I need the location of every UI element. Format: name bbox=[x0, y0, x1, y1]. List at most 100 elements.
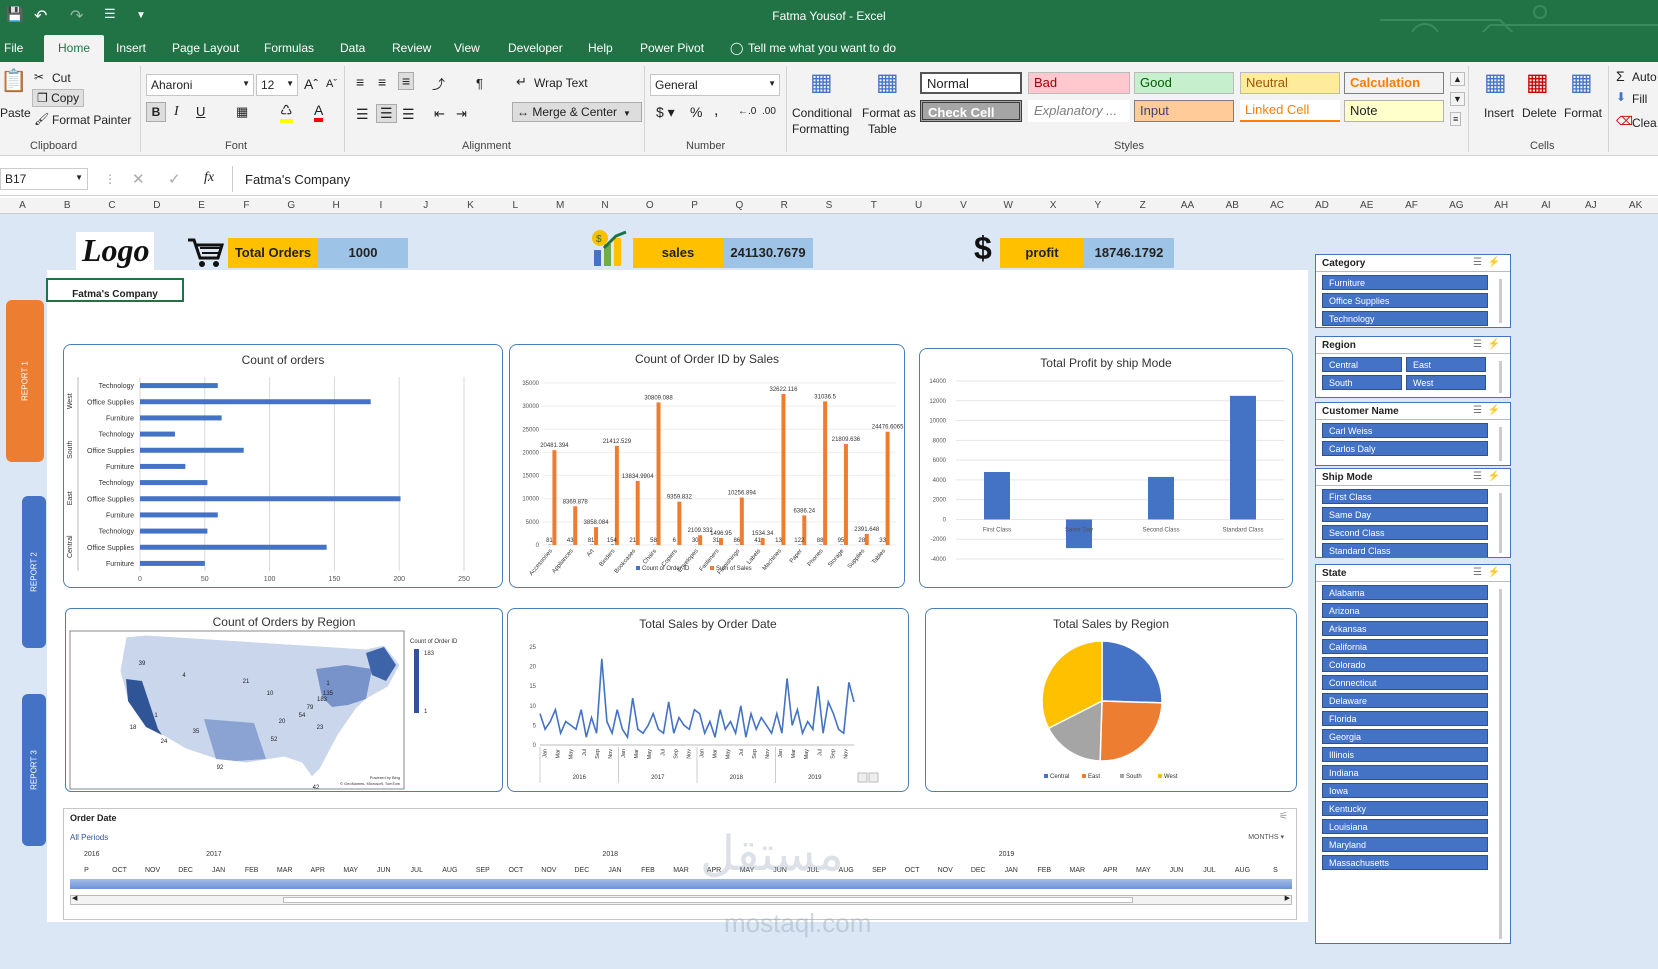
timeline-month-label[interactable]: JUL bbox=[1193, 867, 1226, 874]
slicer-item[interactable]: Massachusetts bbox=[1322, 855, 1488, 870]
font-name-select[interactable]: Aharoni ▼ bbox=[146, 74, 254, 96]
paste-button[interactable]: Paste bbox=[0, 106, 31, 120]
chart-sales-by-region[interactable]: Total Sales by Region Central East South We… bbox=[925, 608, 1297, 792]
column-header-af[interactable]: AF bbox=[1389, 200, 1434, 211]
fill-button[interactable]: Fill bbox=[1632, 92, 1647, 106]
column-header-q[interactable]: Q bbox=[717, 200, 762, 211]
fill-color-icon[interactable]: ♺ bbox=[280, 102, 293, 123]
timeline-month-label[interactable]: DEC bbox=[962, 867, 995, 874]
cut-button[interactable]: Cut bbox=[52, 71, 71, 85]
multi-select-icon[interactable]: ☰ bbox=[1473, 257, 1482, 268]
style-check-cell[interactable]: Check Cell bbox=[920, 100, 1022, 122]
font-size-select[interactable]: 12 ▼ bbox=[256, 74, 298, 96]
align-middle-icon[interactable]: ≡ bbox=[378, 74, 386, 90]
rtl-icon[interactable]: ¶ bbox=[476, 76, 483, 91]
timeline-month-label[interactable]: JAN bbox=[995, 867, 1028, 874]
slicer-customer[interactable]: Customer Name ☰ ⚡ Carl Weiss Carlos Daly bbox=[1315, 402, 1511, 466]
increase-decimal-icon[interactable]: ←.0 bbox=[738, 106, 756, 117]
column-header-ah[interactable]: AH bbox=[1479, 200, 1524, 211]
timeline-all-periods[interactable]: All Periods bbox=[70, 833, 108, 842]
slicer-item[interactable]: Arizona bbox=[1322, 603, 1488, 618]
sheet-area[interactable]: REPORT 1 REPORT 2 REPORT 3 Logo Fatma's … bbox=[0, 214, 1658, 969]
column-header-j[interactable]: J bbox=[403, 200, 448, 211]
logo-company-cell[interactable]: Fatma's Company bbox=[46, 278, 184, 302]
column-header-ad[interactable]: AD bbox=[1300, 200, 1345, 211]
bold-button[interactable]: B bbox=[146, 102, 166, 122]
formula-input[interactable]: Fatma's Company bbox=[232, 166, 1658, 192]
conditional-formatting-button[interactable]: Conditional bbox=[792, 106, 852, 120]
column-header-x[interactable]: X bbox=[1031, 200, 1076, 211]
column-header-n[interactable]: N bbox=[583, 200, 628, 211]
cancel-icon[interactable]: ✕ bbox=[132, 170, 145, 188]
column-header-ab[interactable]: AB bbox=[1210, 200, 1255, 211]
slicer-item[interactable]: Colorado bbox=[1322, 657, 1488, 672]
timeline-month-label[interactable]: S bbox=[1259, 867, 1292, 874]
paste-icon[interactable]: 📋 bbox=[0, 68, 27, 94]
scroll-right-icon[interactable]: ▶ bbox=[1285, 894, 1290, 902]
italic-button[interactable]: I bbox=[174, 104, 179, 120]
column-header-g[interactable]: G bbox=[269, 200, 314, 211]
copy-button[interactable]: ❐ Copy bbox=[32, 89, 85, 107]
align-center-icon[interactable]: ☰ bbox=[376, 104, 397, 123]
slicer-ship-mode[interactable]: Ship Mode ☰ ⚡ First Class Same Day Second Cla… bbox=[1315, 468, 1511, 558]
timeline-month-label[interactable]: SEP bbox=[466, 867, 499, 874]
conditional-formatting-button-2[interactable]: Formatting bbox=[792, 122, 849, 136]
column-header-w[interactable]: W bbox=[986, 200, 1031, 211]
timeline-scroll-thumb[interactable] bbox=[283, 897, 1133, 903]
slicer-item[interactable]: South bbox=[1322, 375, 1402, 390]
report-2-button[interactable]: REPORT 2 bbox=[22, 496, 46, 648]
chart-order-id-by-sales[interactable]: Count of Order ID by Sales 0 5000 10000 150… bbox=[509, 344, 905, 588]
timeline-month-label[interactable]: JUL bbox=[400, 867, 433, 874]
style-good[interactable]: Good bbox=[1134, 72, 1234, 94]
align-top-icon[interactable]: ≡ bbox=[356, 74, 364, 90]
slicer-item[interactable]: Alabama bbox=[1322, 585, 1488, 600]
slicer-item[interactable]: Carlos Daly bbox=[1322, 441, 1488, 456]
column-header-ag[interactable]: AG bbox=[1434, 200, 1479, 211]
column-header-s[interactable]: S bbox=[807, 200, 852, 211]
styles-scroll-up-icon[interactable]: ▲ bbox=[1450, 72, 1465, 86]
timeline-month-label[interactable]: MAY bbox=[334, 867, 367, 874]
slicer-item[interactable]: Louisiana bbox=[1322, 819, 1488, 834]
comma-icon[interactable]: , bbox=[714, 102, 718, 120]
tab-data[interactable]: Data bbox=[340, 41, 365, 55]
percent-icon[interactable]: % bbox=[690, 104, 702, 120]
timeline-month-label[interactable]: NOV bbox=[929, 867, 962, 874]
increase-font-icon[interactable]: Aˆ bbox=[304, 76, 318, 92]
slicer-item[interactable]: Furniture bbox=[1322, 275, 1488, 290]
slicer-item[interactable]: Georgia bbox=[1322, 729, 1488, 744]
slicer-item[interactable]: West bbox=[1406, 375, 1486, 390]
delete-cells-button[interactable]: Delete bbox=[1522, 106, 1557, 120]
slicer-scrollbar[interactable] bbox=[1499, 493, 1502, 553]
timeline-month-label[interactable]: DEC bbox=[169, 867, 202, 874]
timeline-month-label[interactable]: MAR bbox=[268, 867, 301, 874]
report-1-button[interactable]: REPORT 1 bbox=[6, 300, 44, 462]
slicer-item[interactable]: Iowa bbox=[1322, 783, 1488, 798]
tab-help[interactable]: Help bbox=[588, 41, 613, 55]
decrease-indent-icon[interactable]: ⇤ bbox=[434, 106, 445, 122]
slicer-scrollbar[interactable] bbox=[1499, 589, 1502, 939]
timeline-month-label[interactable]: P bbox=[70, 867, 103, 874]
clear-button[interactable]: Clea bbox=[1632, 116, 1657, 130]
column-header-b[interactable]: B bbox=[45, 200, 90, 211]
timeline-month-label[interactable]: APR bbox=[301, 867, 334, 874]
tab-review[interactable]: Review bbox=[392, 41, 431, 55]
slicer-region[interactable]: Region ☰ ⚡ Central East South West bbox=[1315, 336, 1511, 398]
font-color-icon[interactable]: A bbox=[314, 102, 324, 122]
slicer-item[interactable]: Same Day bbox=[1322, 507, 1488, 522]
slicer-category[interactable]: Category ☰ ⚡ Furniture Office Supplies Techno… bbox=[1315, 254, 1511, 328]
style-bad[interactable]: Bad bbox=[1028, 72, 1130, 94]
clear-filter-icon[interactable]: ⚡ bbox=[1488, 567, 1500, 578]
timeline-month-label[interactable]: OCT bbox=[103, 867, 136, 874]
column-header-c[interactable]: C bbox=[90, 200, 135, 211]
merge-center-button[interactable]: ↔ Merge & Center ▼ bbox=[512, 102, 642, 122]
format-as-table-button-2[interactable]: Table bbox=[868, 122, 897, 136]
column-header-y[interactable]: Y bbox=[1075, 200, 1120, 211]
timeline-month-label[interactable]: NOV bbox=[532, 867, 565, 874]
timeline-month-label[interactable]: JUN bbox=[367, 867, 400, 874]
column-header-m[interactable]: M bbox=[538, 200, 583, 211]
timeline-month-label[interactable]: JAN bbox=[202, 867, 235, 874]
column-header-o[interactable]: O bbox=[627, 200, 672, 211]
column-header-a[interactable]: A bbox=[0, 200, 45, 211]
slicer-item[interactable]: Maryland bbox=[1322, 837, 1488, 852]
slicer-scrollbar[interactable] bbox=[1499, 279, 1502, 323]
